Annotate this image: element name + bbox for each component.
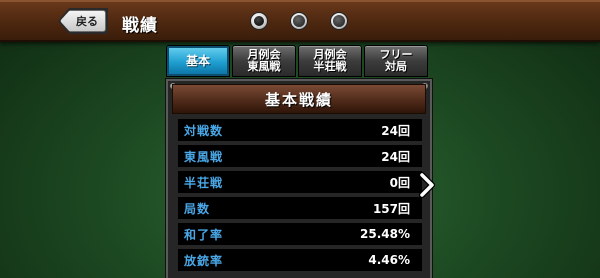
stat-value: 24回 <box>381 149 410 164</box>
stat-value: 0回 <box>389 175 410 190</box>
stat-row: 放銃率 4.46% <box>178 249 422 271</box>
page-title: 戦績 <box>122 16 158 36</box>
page-dot-3[interactable] <box>330 12 348 30</box>
tab-free-match[interactable]: フリー 対局 <box>364 45 428 77</box>
stat-value: 4.46% <box>368 253 410 267</box>
stat-row: 和了率 25.48% <box>178 223 422 245</box>
stat-label: 放銃率 <box>184 253 224 268</box>
tab-monthly-tonpu[interactable]: 月例会 東風戦 <box>232 45 296 77</box>
stat-row: 対戦数 24回 <box>178 119 422 141</box>
back-button-label: 戻る <box>76 15 98 28</box>
page-dot-2[interactable] <box>290 12 308 30</box>
stats-list: 対戦数 24回 東風戦 24回 半荘戦 0回 局数 157回 和了率 25.48… <box>178 119 422 275</box>
stats-tabs: 基本 月例会 東風戦 月例会 半荘戦 フリー 対局 <box>166 45 428 77</box>
stat-value: 24回 <box>381 123 410 138</box>
stat-row: 東風戦 24回 <box>178 145 422 167</box>
page-indicator <box>250 12 348 30</box>
stat-row: 局数 157回 <box>178 197 422 219</box>
stats-panel: 基本戦績 対戦数 24回 東風戦 24回 半荘戦 0回 局数 157回 和了率 … <box>166 79 432 278</box>
stat-label: 半荘戦 <box>184 175 224 190</box>
stat-row: 半荘戦 0回 <box>178 171 422 193</box>
tab-monthly-hanchan[interactable]: 月例会 半荘戦 <box>298 45 362 77</box>
stat-label: 対戦数 <box>184 123 224 138</box>
top-bar: 戻る 戦績 <box>0 0 600 42</box>
stat-label: 局数 <box>184 201 211 216</box>
page-dot-1[interactable] <box>250 12 268 30</box>
stat-value: 25.48% <box>360 227 410 241</box>
chevron-right-icon[interactable] <box>418 172 436 198</box>
panel-title: 基本戦績 <box>172 84 426 114</box>
stat-value: 157回 <box>372 201 410 216</box>
stat-label: 和了率 <box>184 227 224 242</box>
tab-basic[interactable]: 基本 <box>166 45 230 77</box>
stat-label: 東風戦 <box>184 149 224 164</box>
